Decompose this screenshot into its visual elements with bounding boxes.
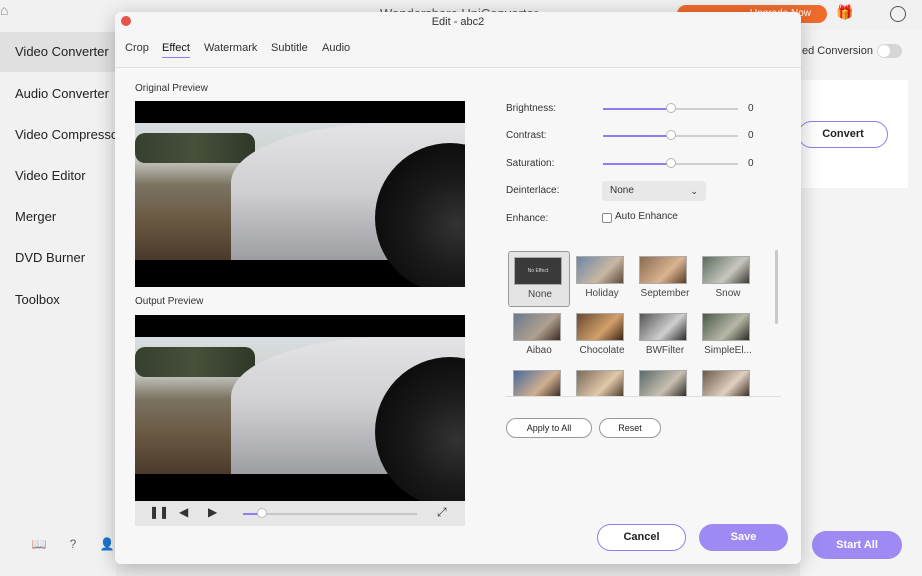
effects-grid: None Holiday September Snow Aibao Chocol…: [506, 250, 781, 396]
output-preview-label: Output Preview: [135, 296, 204, 307]
deinterlace-select[interactable]: None ⌄: [602, 181, 706, 201]
saturation-fill: [603, 163, 671, 165]
effect-label: Aibao: [526, 345, 552, 356]
effect-thumbnail: [576, 370, 624, 396]
playback-track[interactable]: [243, 513, 417, 515]
gift-icon[interactable]: 🎁: [836, 4, 853, 22]
effect-item[interactable]: [634, 365, 696, 396]
contrast-handle[interactable]: [665, 130, 676, 140]
auto-enhance-label: Auto Enhance: [615, 211, 678, 222]
account-icon[interactable]: 👤: [99, 537, 115, 553]
original-preview-label: Original Preview: [135, 83, 208, 94]
prev-frame-icon[interactable]: ◀︎: [179, 505, 188, 519]
sidebar-item-video-compressor[interactable]: Video Compressor: [0, 115, 116, 155]
pause-icon[interactable]: ❚❚: [149, 505, 169, 519]
playback-controls: ❚❚ ◀︎ ▶︎ ⤢: [135, 501, 465, 526]
enhance-label: Enhance:: [506, 213, 549, 224]
effect-thumbnail: [514, 257, 562, 285]
sidebar: Video Converter Audio Converter Video Co…: [0, 30, 116, 576]
effect-label: None: [528, 289, 552, 300]
convert-button[interactable]: Convert: [798, 121, 888, 148]
reset-button[interactable]: Reset: [599, 418, 661, 438]
effect-thumbnail: [639, 256, 687, 284]
cancel-button[interactable]: Cancel: [597, 524, 686, 551]
brightness-handle[interactable]: [665, 103, 676, 113]
tab-watermark[interactable]: Watermark: [204, 42, 257, 54]
effect-thumbnail: [513, 313, 561, 341]
brightness-label: Brightness:: [506, 103, 557, 114]
save-button[interactable]: Save: [699, 524, 788, 551]
effect-label: SimpleEl...: [704, 345, 752, 356]
sidebar-item-dvd-burner[interactable]: DVD Burner: [0, 238, 116, 278]
effect-thumbnail: [702, 370, 750, 396]
contrast-fill: [603, 135, 671, 137]
edit-dialog: Edit - abc2 Crop Effect Watermark Subtit…: [115, 12, 801, 564]
effects-divider: [506, 396, 781, 397]
auto-enhance-checkbox[interactable]: [602, 213, 612, 223]
brightness-value: 0: [748, 103, 754, 114]
tab-crop[interactable]: Crop: [125, 42, 149, 54]
tab-audio[interactable]: Audio: [322, 42, 350, 54]
feedback-icon[interactable]: [890, 6, 906, 22]
effect-aibao[interactable]: Aibao: [508, 308, 570, 364]
sidebar-item-video-converter[interactable]: Video Converter: [0, 32, 116, 72]
effect-chocolate[interactable]: Chocolate: [571, 308, 633, 364]
high-speed-conversion-toggle[interactable]: [877, 44, 902, 58]
effect-label: Holiday: [585, 288, 619, 299]
effect-thumbnail: [513, 370, 561, 396]
dialog-content: Original Preview Output Preview ❚❚ ◀︎ ▶︎…: [115, 67, 801, 564]
sidebar-item-merger[interactable]: Merger: [0, 197, 116, 237]
effect-thumbnail: [639, 370, 687, 396]
saturation-value: 0: [748, 158, 754, 169]
saturation-label: Saturation:: [506, 158, 555, 169]
deinterlace-value: None: [610, 185, 634, 196]
effect-bwfilter[interactable]: BWFilter: [634, 308, 696, 364]
effects-scrollbar[interactable]: [775, 250, 778, 324]
close-icon[interactable]: [121, 16, 131, 26]
contrast-label: Contrast:: [506, 130, 547, 141]
effect-none[interactable]: None: [508, 251, 570, 307]
effect-holiday[interactable]: Holiday: [571, 251, 633, 307]
brightness-fill: [603, 108, 671, 110]
tab-subtitle[interactable]: Subtitle: [271, 42, 308, 54]
playback-handle[interactable]: [257, 508, 268, 518]
effect-simpleelegant[interactable]: SimpleEl...: [697, 308, 759, 364]
output-preview-video: [135, 315, 465, 501]
dialog-title: Edit - abc2: [431, 16, 485, 28]
effect-label: September: [640, 288, 690, 299]
sidebar-item-video-editor[interactable]: Video Editor: [0, 156, 116, 196]
next-frame-icon[interactable]: ▶︎: [208, 505, 217, 519]
start-all-button[interactable]: Start All: [812, 531, 902, 559]
effect-item[interactable]: [697, 365, 759, 396]
effect-snow[interactable]: Snow: [697, 251, 759, 307]
original-preview-video: [135, 101, 465, 287]
sidebar-item-toolbox[interactable]: Toolbox: [0, 280, 116, 320]
effect-september[interactable]: September: [634, 251, 696, 307]
high-speed-conversion-label: ed Conversion: [802, 45, 873, 57]
effect-thumbnail: [576, 313, 624, 341]
effect-label: BWFilter: [645, 345, 685, 356]
fullscreen-icon[interactable]: ⤢: [437, 505, 447, 520]
saturation-handle[interactable]: [665, 158, 676, 168]
effect-thumbnail: [576, 256, 624, 284]
home-icon[interactable]: ⌂: [0, 2, 8, 18]
apply-to-all-button[interactable]: Apply to All: [506, 418, 592, 438]
sidebar-item-audio-converter[interactable]: Audio Converter: [0, 74, 116, 114]
effect-label: Snow: [715, 288, 741, 299]
effect-item[interactable]: [508, 365, 570, 396]
tab-effect[interactable]: Effect: [162, 42, 190, 58]
chevron-down-icon: ⌄: [690, 186, 698, 196]
effect-item[interactable]: [571, 365, 633, 396]
effect-thumbnail: [702, 256, 750, 284]
help-icon[interactable]: ?: [65, 537, 81, 553]
effect-label: Chocolate: [579, 345, 625, 356]
effect-thumbnail: [639, 313, 687, 341]
effect-thumbnail: [702, 313, 750, 341]
book-icon[interactable]: 📖: [31, 537, 47, 553]
contrast-value: 0: [748, 130, 754, 141]
deinterlace-label: Deinterlace:: [506, 185, 560, 196]
